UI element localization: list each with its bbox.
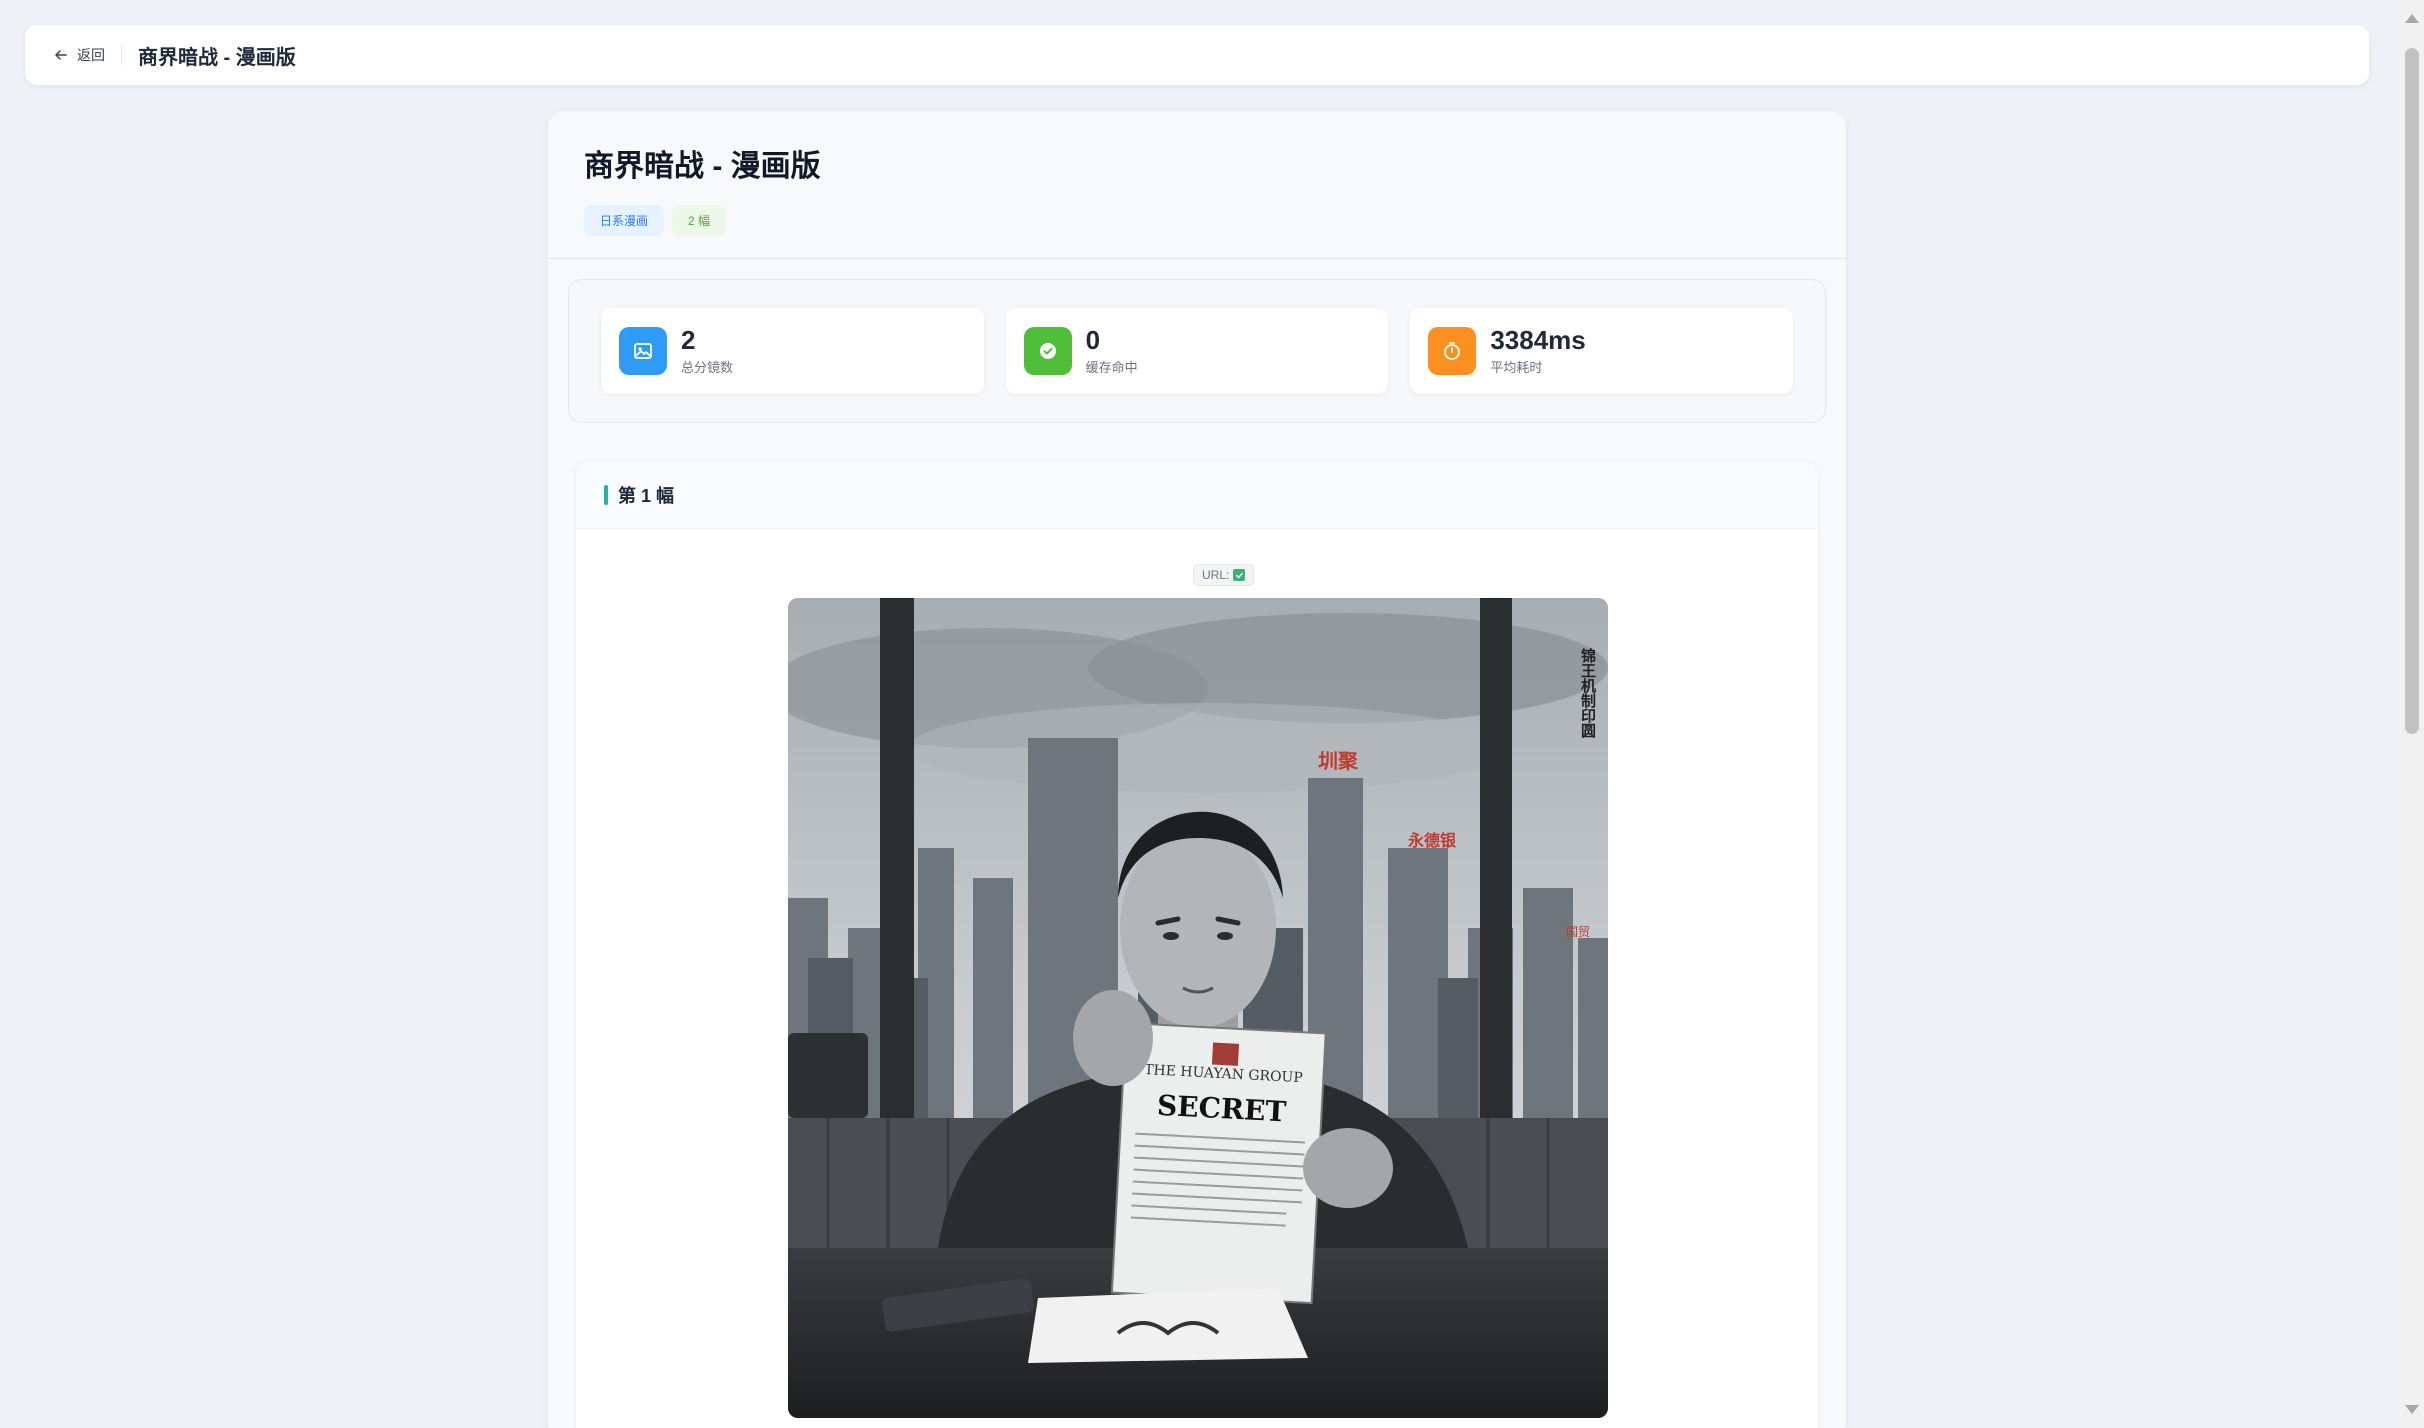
image-icon (619, 327, 667, 375)
scrollbar-thumb[interactable] (2405, 48, 2419, 734)
count-tag: 2 幅 (672, 205, 727, 236)
main-header: 商界暗战 - 漫画版 日系漫画 2 幅 (548, 111, 1846, 259)
page-title: 商界暗战 - 漫画版 (138, 46, 296, 69)
url-label: URL: (1202, 568, 1230, 582)
stat-card-time: 3384ms 平均耗时 (1410, 308, 1794, 394)
back-button[interactable]: 返回 (53, 45, 105, 65)
tag-list: 日系漫画 2 幅 (584, 205, 1810, 236)
comic-panel-card: 第 1 幅 URL: 圳聚 永德银 国贸 锦王机制印圆 THE HUAYAN G… (576, 461, 1818, 1428)
document-title: SECRET (1156, 1089, 1287, 1129)
back-label: 返回 (77, 47, 105, 63)
url-badge: URL: (1193, 564, 1255, 586)
scroll-down-icon[interactable] (2405, 1405, 2419, 1414)
stat-card-cache: 0 缓存命中 (1005, 308, 1389, 394)
page: 返回 商界暗战 - 漫画版 商界暗战 - 漫画版 日系漫画 2 幅 2 总分镜数 (0, 0, 2424, 1428)
scroll-up-icon[interactable] (2405, 14, 2419, 23)
stats-section: 2 总分镜数 0 缓存命中 3384ms 平均耗时 (568, 279, 1826, 423)
style-tag: 日系漫画 (584, 205, 665, 236)
sign-text: 圳聚 (1318, 749, 1359, 773)
vertical-caption: 锦王机制印圆 (1579, 647, 1597, 739)
stat-label: 平均耗时 (1490, 360, 1543, 376)
stat-label: 缓存命中 (1085, 360, 1138, 376)
sign-text: 永德银 (1407, 831, 1457, 850)
panel-title: 第 1 幅 (618, 485, 675, 506)
sign-text: 国贸 (1566, 925, 1590, 939)
arrow-left-icon (55, 50, 67, 60)
stat-label: 总分镜数 (681, 360, 734, 376)
panel-header: 第 1 幅 (576, 461, 1818, 529)
stat-value: 2 (681, 324, 696, 355)
top-bar: 返回 商界暗战 - 漫画版 (25, 25, 2369, 85)
main-card: 商界暗战 - 漫画版 日系漫画 2 幅 2 总分镜数 0 缓存命中 3384ms… (548, 111, 1846, 1428)
checkmark-icon (1233, 569, 1246, 581)
scrollbar[interactable] (2400, 0, 2424, 1428)
stat-value: 3384ms (1490, 324, 1586, 355)
stat-card-panels: 2 总分镜数 (601, 308, 984, 394)
check-circle-icon (1023, 327, 1072, 375)
comic-illustration: 圳聚 永德银 国贸 锦王机制印圆 THE HUAYAN GROUP SECRET (788, 598, 1608, 1418)
accent-bar (604, 484, 608, 505)
divider (121, 45, 122, 65)
stopwatch-icon (1428, 327, 1477, 375)
comic-title: 商界暗战 - 漫画版 (584, 150, 821, 183)
comic-image[interactable]: 圳聚 永德银 国贸 锦王机制印圆 THE HUAYAN GROUP SECRET (788, 598, 1608, 1418)
stat-value: 0 (1085, 324, 1101, 355)
